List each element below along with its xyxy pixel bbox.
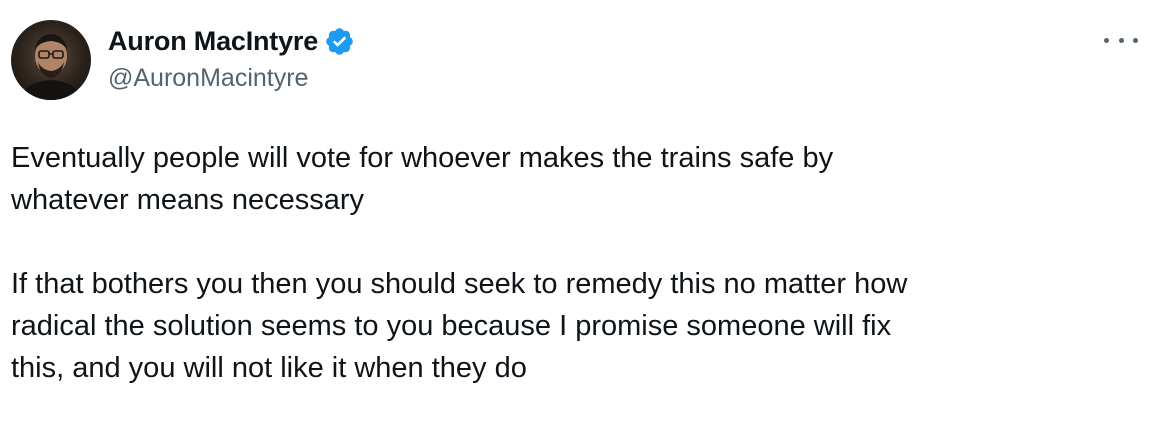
tweet-text: Eventually people will vote for whoever … — [11, 137, 1131, 389]
display-name[interactable]: Auron MacIntyre — [108, 26, 318, 57]
tweet-card: Auron MacIntyre @AuronMacintyre Eventual… — [0, 0, 1150, 426]
more-dot — [1104, 37, 1109, 43]
tweet-header: Auron MacIntyre @AuronMacintyre — [108, 24, 355, 93]
more-options-icon[interactable] — [1104, 28, 1138, 52]
user-handle[interactable]: @AuronMacintyre — [108, 64, 355, 93]
tweet-paragraph: If that bothers you then you should seek… — [11, 268, 908, 384]
verified-badge-icon[interactable] — [324, 26, 355, 57]
name-row: Auron MacIntyre — [108, 24, 355, 58]
tweet-paragraph: Eventually people will vote for whoever … — [11, 142, 834, 216]
more-dot — [1133, 37, 1138, 43]
profile-photo-icon — [19, 34, 83, 100]
more-dot — [1118, 37, 1124, 43]
avatar[interactable] — [11, 20, 91, 100]
